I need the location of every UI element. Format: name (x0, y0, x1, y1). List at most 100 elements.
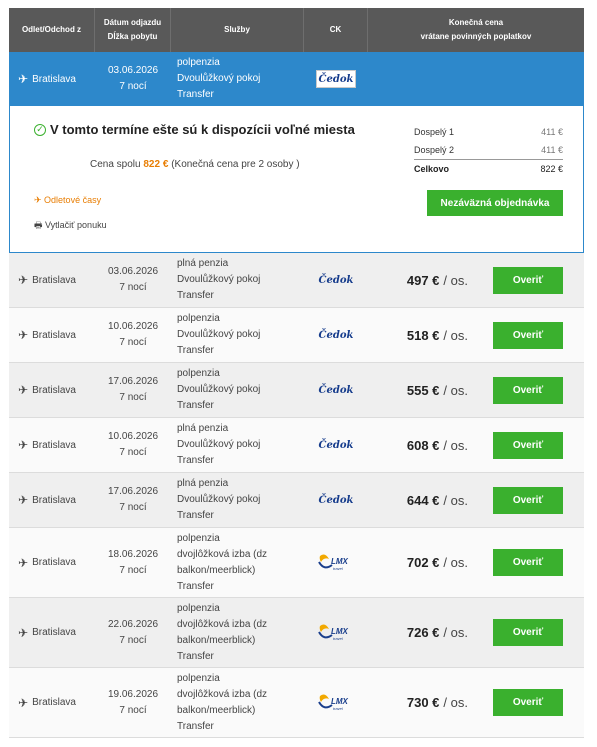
table-row: ✈ Bratislava 10.06.2026 7 nocí plná penzia… (9, 418, 584, 473)
services-cell: plná penzia Dvoulůžkový pokoj Transfer (177, 258, 261, 301)
plane-icon: ✈ (18, 555, 29, 570)
lmx-logo-subtext: travel (333, 706, 343, 711)
verify-button[interactable]: Overiť (493, 431, 563, 459)
table-row: ✈ Bratislava 17.06.2026 7 nocí polpenzia Dv… (9, 363, 584, 418)
services-cell: polpenzia dvojlôžková izba (dz balkon/meer… (177, 602, 268, 662)
table-row: ✈ Bratislava 22.06.2026 7 nocí polpenzia dv… (9, 598, 584, 668)
cedok-logo: Čedok (318, 494, 354, 506)
flight-times-link[interactable]: ✈ Odletové časy (34, 195, 101, 206)
plane-icon: ✈ (18, 273, 29, 287)
plane-icon: ✈ (18, 328, 29, 342)
lmx-logo: LMX travel (318, 624, 349, 641)
price-row-adult-1: Dospelý 1 411 € (414, 127, 563, 137)
action-cell: Overiť (472, 528, 584, 597)
price-cell: 702 € / os. (406, 555, 468, 570)
price-row-total: Celkovo 822 € (414, 159, 563, 178)
col-price: Konečná cena vrátane povinných poplatkov (420, 18, 532, 41)
offer-detail-panel: ✓ V tomto termíne ešte sú k dispozícii vo… (9, 106, 584, 253)
date-cell: 03.06.2026 7 nocí (107, 266, 159, 293)
verify-button[interactable]: Overiť (493, 549, 563, 576)
plane-icon: ✈ (18, 695, 29, 710)
selected-row[interactable]: ✈ Bratislava 03.06.2026 7 nocí polpenzia Dv… (9, 52, 584, 106)
printer-icon: 🖶 (34, 220, 45, 230)
date-cell: 19.06.2026 7 nocí (107, 688, 159, 716)
check-circle-icon: ✓ (34, 123, 46, 136)
departure-city: ✈ Bratislava (18, 328, 76, 342)
order-button[interactable]: Nezáväzná objednávka (427, 190, 563, 216)
price-cell: 608 € / os. (406, 437, 468, 453)
departure-city: ✈ Bratislava (18, 383, 76, 397)
services-cell: plná penzia Dvoulůžkový pokoj Transfer (177, 423, 261, 466)
action-cell: Overiť (472, 308, 584, 362)
lmx-logo: LMX travel (318, 694, 349, 711)
verify-button[interactable]: Overiť (493, 266, 563, 294)
date-cell: 17.06.2026 7 nocí (107, 486, 159, 513)
action-cell: Overiť (472, 598, 584, 667)
date-cell: 10.06.2026 7 nocí (107, 321, 159, 348)
date-cell: 17.06.2026 7 nocí (107, 376, 159, 403)
table-row: ✈ Bratislava 17.06.2026 7 nocí plná penzia… (9, 473, 584, 528)
services-cell: polpenzia Dvoulůžkový pokoj Transfer (177, 313, 261, 356)
departure-city: ✈ Bratislava (18, 273, 76, 287)
lmx-logo-subtext: travel (333, 636, 343, 641)
table-row: ✈ Bratislava 18.06.2026 7 nocí polpenzia dv… (9, 528, 584, 598)
offers-table: Odlet/Odchod z Dátum odjazdu Dĺžka pobytu… (9, 8, 584, 738)
lmx-logo-swirl (319, 554, 329, 562)
services-cell: plná penzia Dvoulůžkový pokoj Transfer (177, 478, 261, 521)
price-cell: 518 € / os. (406, 327, 468, 343)
cedok-logo: Čedok (316, 70, 356, 88)
date-cell: 03.06.2026 7 nocí (107, 65, 159, 92)
price-row-adult-2: Dospelý 2 411 € (414, 145, 563, 155)
services-cell: polpenzia Dvoulůžkový pokoj Transfer (177, 368, 261, 411)
verify-button[interactable]: Overiť (493, 486, 563, 514)
col-date: Dátum odjazdu Dĺžka pobytu (95, 8, 171, 52)
services-cell: polpenzia dvojlôžková izba (dz balkon/meer… (177, 532, 268, 592)
verify-button[interactable]: Overiť (493, 321, 563, 349)
plane-icon: ✈ (18, 72, 29, 86)
departure-city: ✈ Bratislava (18, 72, 76, 86)
lmx-logo-swirl (319, 624, 329, 632)
action-cell: Overiť (472, 253, 584, 307)
services-cell: polpenzia Dvoulůžkový pokoj Transfer (177, 57, 261, 100)
departure-city: ✈ Bratislava (18, 695, 76, 710)
operator-cell: Čedok (304, 52, 368, 106)
lmx-logo-text: LMX (331, 627, 349, 636)
plane-icon: ✈ (18, 625, 29, 640)
verify-button[interactable]: Overiť (493, 376, 563, 404)
verify-button[interactable]: Overiť (493, 619, 563, 646)
price-cell: 726 € / os. (406, 625, 468, 640)
departure-city: ✈ Bratislava (18, 493, 76, 507)
price-cell: 497 € / os. (406, 272, 468, 288)
departure-city: ✈ Bratislava (18, 625, 76, 640)
operator-cell: LMX travel (304, 668, 368, 737)
plane-icon: ✈ (34, 195, 45, 205)
col-services: Služby (171, 8, 304, 52)
cedok-logo: Čedok (318, 439, 354, 451)
table-row: ✈ Bratislava 19.06.2026 7 nocí polpenzia dv… (9, 668, 584, 738)
plane-icon: ✈ (18, 383, 29, 397)
price-cell: 644 € / os. (406, 492, 468, 508)
total-price-line: Cena spolu 822 € (Konečná cena pre 2 oso… (90, 159, 300, 170)
action-cell: Overiť (472, 473, 584, 527)
cedok-logo: Čedok (318, 384, 354, 396)
operator-cell: Čedok (304, 308, 368, 362)
operator-cell: Čedok (304, 473, 368, 527)
operator-cell: Čedok (304, 253, 368, 307)
lmx-logo: LMX travel (318, 554, 349, 571)
action-cell: Overiť (472, 668, 584, 737)
print-offer-link[interactable]: 🖶 Vytlačiť ponuku (34, 218, 107, 234)
lmx-logo-text: LMX (331, 697, 349, 706)
departure-city: ✈ Bratislava (18, 438, 76, 452)
operator-cell: Čedok (304, 363, 368, 417)
price-breakdown: Dospelý 1 411 € Dospelý 2 411 € Celkovo 822… (414, 123, 563, 178)
availability-message: ✓ V tomto termíne ešte sú k dispozícii vo… (34, 122, 355, 137)
col-from: Odlet/Odchod z (9, 8, 95, 52)
table-row: ✈ Bratislava 10.06.2026 7 nocí polpenzia Dv… (9, 308, 584, 363)
operator-cell: Čedok (304, 418, 368, 472)
departure-city: ✈ Bratislava (18, 555, 76, 570)
verify-button[interactable]: Overiť (493, 689, 563, 716)
plane-icon: ✈ (18, 438, 29, 452)
table-row: ✈ Bratislava 03.06.2026 7 nocí plná penzia… (9, 253, 584, 308)
date-cell: 10.06.2026 7 nocí (107, 431, 159, 458)
price-cell: 555 € / os. (406, 382, 468, 398)
